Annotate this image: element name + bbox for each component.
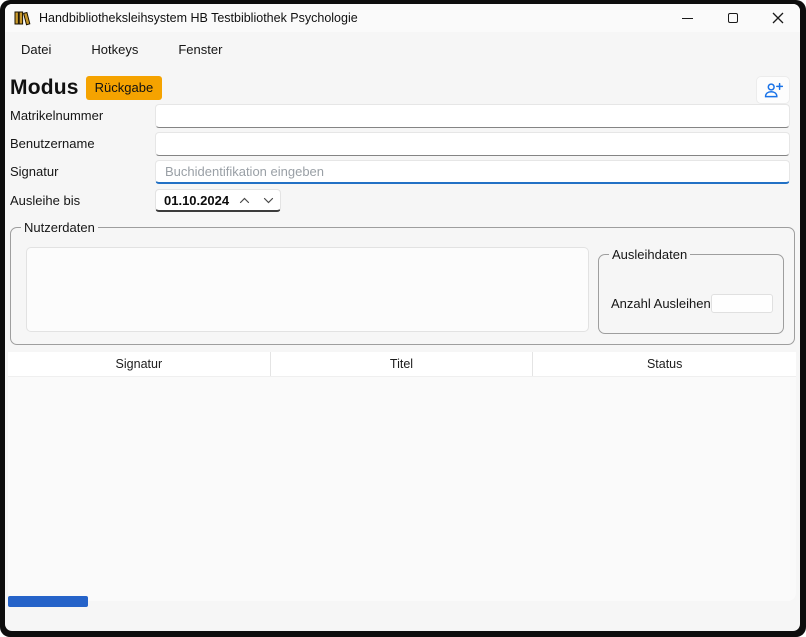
chevron-up-icon xyxy=(239,197,250,204)
ausleihe-bis-value: 01.10.2024 xyxy=(156,193,232,208)
table-body xyxy=(8,377,796,601)
maximize-icon xyxy=(728,13,738,23)
mode-badge: Rückgabe xyxy=(86,76,163,100)
nutzerdaten-textarea[interactable] xyxy=(26,247,589,332)
close-icon xyxy=(772,12,784,24)
date-spin-down-button[interactable] xyxy=(256,190,280,210)
matrikelnummer-row: Matrikelnummer xyxy=(10,104,790,128)
minimize-icon xyxy=(682,18,693,19)
menu-hotkeys[interactable]: Hotkeys xyxy=(86,40,143,59)
column-header-signatur[interactable]: Signatur xyxy=(8,352,271,376)
benutzername-label: Benutzername xyxy=(10,132,95,156)
menubar: Datei Hotkeys Fenster xyxy=(5,34,800,64)
benutzername-row: Benutzername xyxy=(10,132,790,156)
nutzerdaten-groupbox: Nutzerdaten Ausleihdaten Anzahl Ausleihe… xyxy=(10,227,795,345)
window-controls xyxy=(665,4,800,32)
anzahl-ausleihen-label: Anzahl Ausleihen xyxy=(611,296,711,311)
ausleihe-bis-row: Ausleihe bis 01.10.2024 xyxy=(10,189,790,213)
signatur-label: Signatur xyxy=(10,160,58,184)
person-add-icon xyxy=(764,82,783,98)
titlebar[interactable]: Handbibliotheksleihsystem HB Testbibliot… xyxy=(5,4,800,32)
add-user-button[interactable] xyxy=(756,76,790,104)
table-header: Signatur Titel Status xyxy=(8,352,796,377)
signatur-row: Signatur xyxy=(10,160,790,184)
ausleihdaten-groupbox: Ausleihdaten Anzahl Ausleihen xyxy=(598,254,784,334)
nutzerdaten-title: Nutzerdaten xyxy=(21,220,98,235)
date-spin-up-button[interactable] xyxy=(232,190,256,210)
loans-table: Signatur Titel Status xyxy=(8,352,796,601)
matrikelnummer-label: Matrikelnummer xyxy=(10,104,103,128)
mode-heading: Modus xyxy=(10,76,79,100)
window-content: Handbibliotheksleihsystem HB Testbibliot… xyxy=(5,4,800,631)
anzahl-ausleihen-input[interactable] xyxy=(711,294,773,313)
maximize-button[interactable] xyxy=(710,4,755,32)
ausleihdaten-title: Ausleihdaten xyxy=(609,247,690,262)
matrikelnummer-input[interactable] xyxy=(155,104,790,128)
benutzername-input[interactable] xyxy=(155,132,790,156)
menu-fenster[interactable]: Fenster xyxy=(173,40,227,59)
signatur-input[interactable] xyxy=(155,160,790,184)
horizontal-scrollbar-thumb[interactable] xyxy=(8,596,88,607)
chevron-down-icon xyxy=(263,197,274,204)
ausleihe-bis-label: Ausleihe bis xyxy=(10,189,80,213)
ausleihe-bis-datepicker[interactable]: 01.10.2024 xyxy=(155,189,281,212)
books-icon xyxy=(14,10,31,26)
column-header-status[interactable]: Status xyxy=(533,352,796,376)
anzahl-ausleihen-row: Anzahl Ausleihen xyxy=(611,293,773,313)
close-button[interactable] xyxy=(755,4,800,32)
window-title: Handbibliotheksleihsystem HB Testbibliot… xyxy=(39,11,358,25)
minimize-button[interactable] xyxy=(665,4,710,32)
mode-row: Modus Rückgabe xyxy=(10,70,795,106)
app-window: Handbibliotheksleihsystem HB Testbibliot… xyxy=(0,0,806,637)
menu-datei[interactable]: Datei xyxy=(16,40,56,59)
column-header-titel[interactable]: Titel xyxy=(271,352,534,376)
